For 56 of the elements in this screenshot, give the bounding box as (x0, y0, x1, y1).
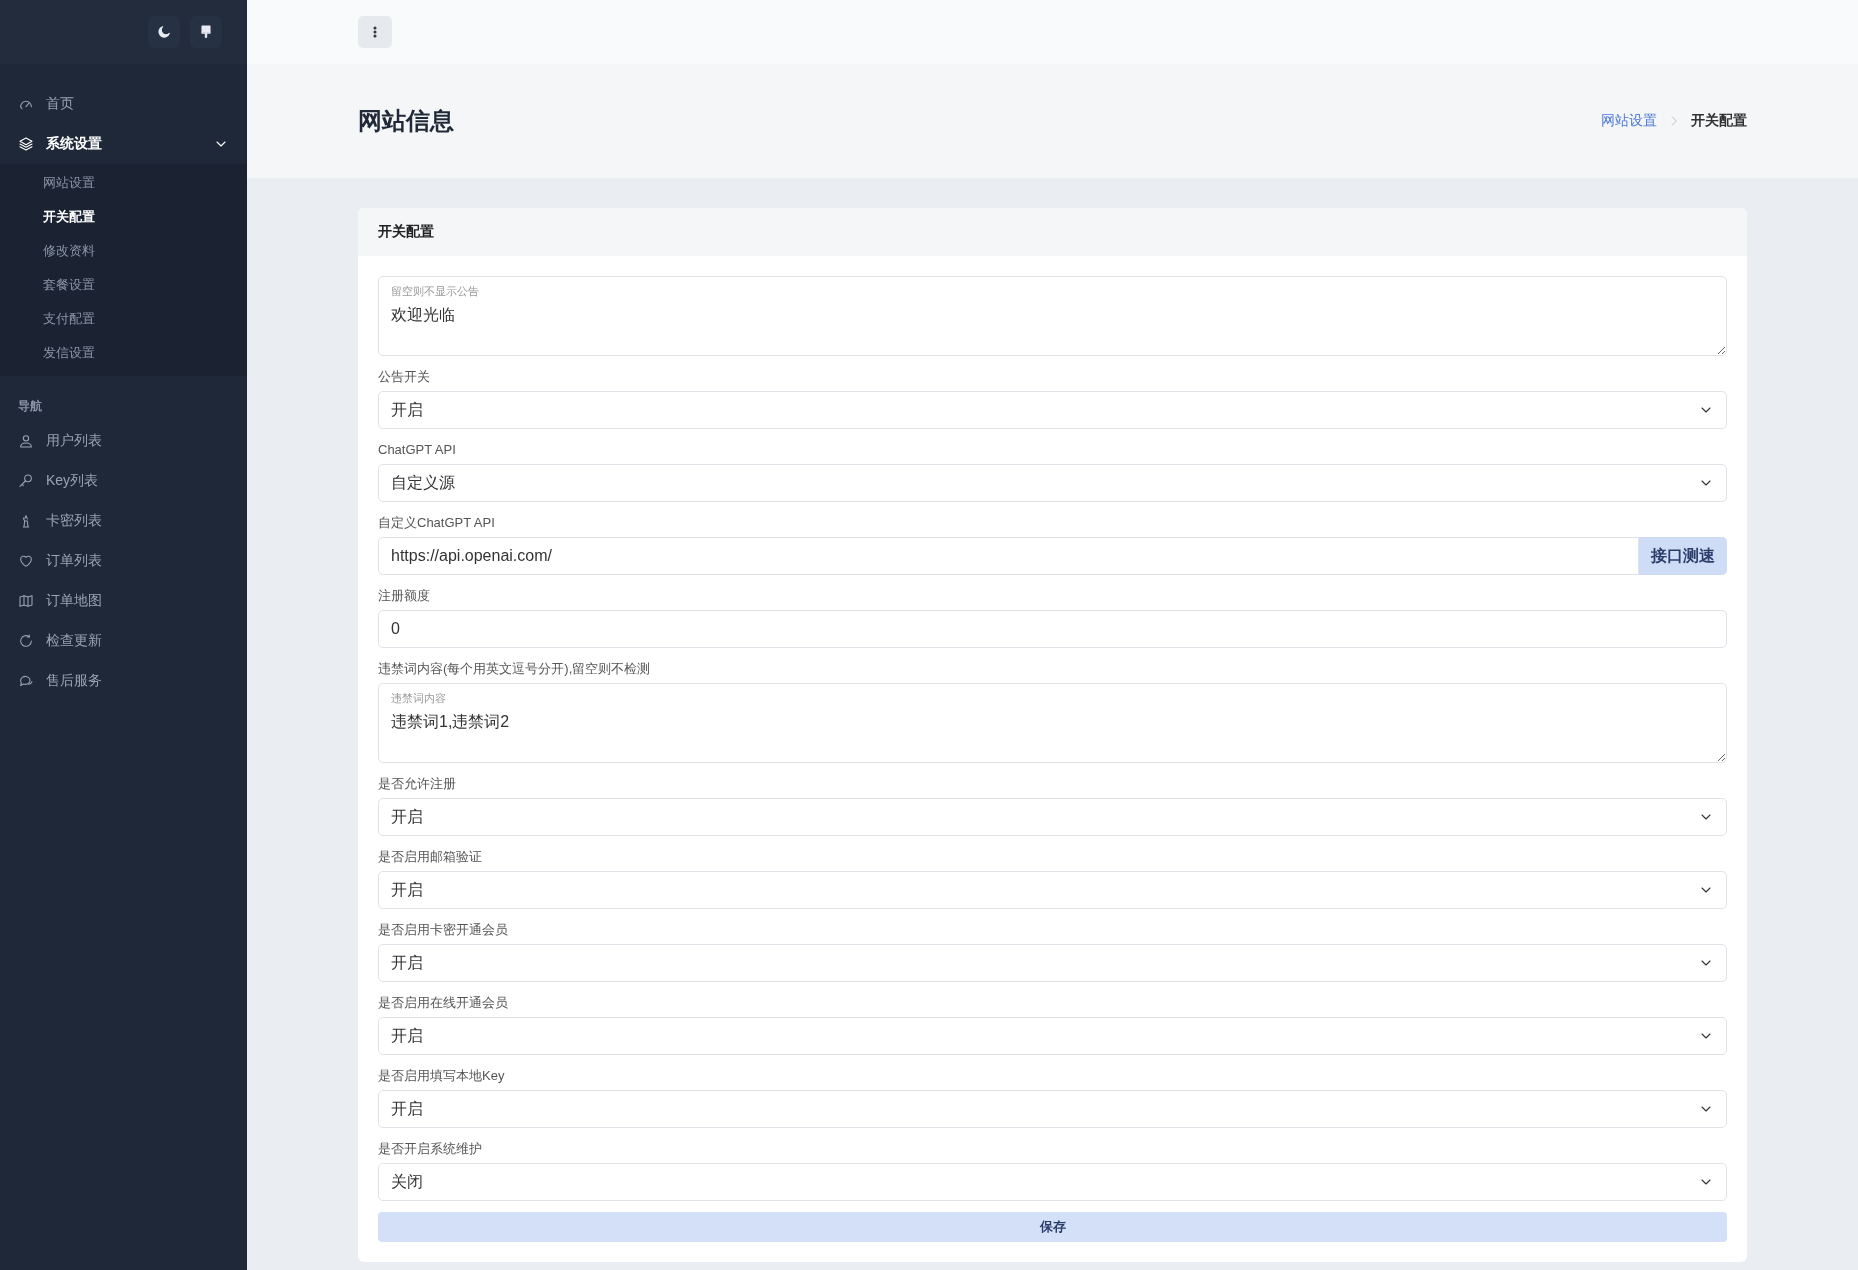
section-heading: 导航 (17, 398, 43, 415)
user-icon (18, 433, 34, 449)
field-label: 违禁词内容(每个用英文逗号分开),留空则不检测 (378, 660, 652, 678)
field-label: 是否启用邮箱验证 (378, 848, 483, 866)
page-title: 网站信息 (358, 106, 454, 136)
floating-label: 留空则不显示公告 (391, 284, 479, 299)
select-field[interactable]: 开启 (378, 944, 1727, 982)
submenu-item[interactable]: 套餐设置 (0, 268, 247, 302)
field-label: 公告开关 (378, 368, 431, 386)
nav-item[interactable]: 用户列表 (0, 421, 247, 461)
input-field[interactable]: 0 (378, 610, 1727, 648)
field-label: 是否启用在线开通会员 (378, 994, 509, 1012)
field-label: 是否启用卡密开通会员 (378, 921, 509, 939)
select-field[interactable]: 开启 (378, 871, 1727, 909)
url-input[interactable]: https://api.openai.com/ (378, 537, 1639, 575)
refresh-icon (18, 633, 34, 649)
select-field[interactable]: 开启 (378, 798, 1727, 836)
nav-item[interactable]: 订单列表 (0, 541, 247, 581)
menu-item[interactable]: 系统设置 (0, 124, 247, 164)
field-label: ChatGPT API (378, 441, 457, 459)
select-field[interactable]: 开启 (378, 1017, 1727, 1055)
select-field[interactable]: 关闭 (378, 1163, 1727, 1201)
field-label: 注册额度 (378, 587, 431, 605)
map-icon (18, 593, 34, 609)
select-field[interactable]: 开启 (378, 1090, 1727, 1128)
breadcrumb-link[interactable]: 网站设置 (1601, 112, 1657, 130)
nav-item[interactable]: 售后服务 (0, 661, 247, 701)
select-field[interactable]: 开启 (378, 391, 1727, 429)
theme-toggle-button[interactable] (148, 16, 180, 48)
field-label: 是否允许注册 (378, 775, 457, 793)
select-field[interactable]: 自定义源 (378, 464, 1727, 502)
nav-item[interactable]: 订单地图 (0, 581, 247, 621)
submenu-item[interactable]: 支付配置 (0, 302, 247, 336)
submenu-item[interactable]: 开关配置 (0, 200, 247, 234)
card-title: 开关配置 (378, 223, 434, 241)
nav-item[interactable]: Key列表 (0, 461, 247, 501)
chat-icon (18, 673, 34, 689)
layers-icon (18, 136, 34, 152)
nav-item[interactable]: 卡密列表 (0, 501, 247, 541)
submenu-item[interactable]: 修改资料 (0, 234, 247, 268)
field-label: 自定义ChatGPT API (378, 514, 496, 532)
floating-label: 违禁词内容 (391, 691, 446, 706)
paint-brush-icon (198, 24, 214, 40)
submenu-item[interactable]: 网站设置 (0, 166, 247, 200)
save-button[interactable]: 保存 (378, 1212, 1727, 1242)
submenu-item[interactable]: 发信设置 (0, 336, 247, 370)
field-label: 是否启用填写本地Key (378, 1067, 506, 1085)
moon-icon (156, 24, 172, 40)
brush-button[interactable] (190, 16, 222, 48)
key-icon (18, 473, 34, 489)
heart-icon (18, 553, 34, 569)
menu-item[interactable]: 首页 (0, 84, 247, 124)
test-button[interactable]: 接口测速 (1639, 537, 1727, 575)
nav-item[interactable]: 检查更新 (0, 621, 247, 661)
field-label: 是否开启系统维护 (378, 1140, 483, 1158)
breadcrumb-current: 开关配置 (1691, 112, 1747, 130)
